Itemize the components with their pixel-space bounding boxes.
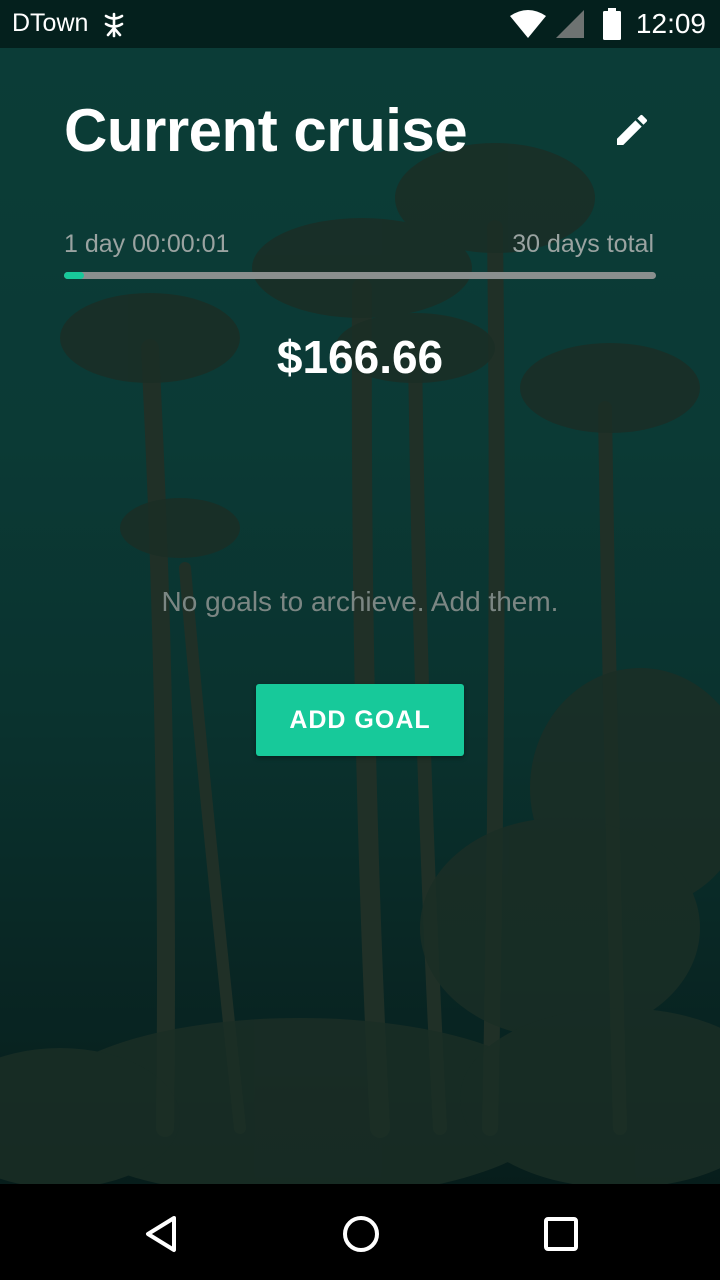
pencil-icon[interactable] bbox=[612, 110, 652, 150]
empty-goals-message: No goals to archieve. Add them. bbox=[161, 586, 559, 617]
clock: 12:09 bbox=[635, 8, 706, 39]
cell-signal-icon bbox=[556, 10, 584, 38]
app-screen: DTown 12:09 Current cruise 1 day 00:00:0… bbox=[0, 0, 720, 1280]
back-triangle-icon[interactable] bbox=[140, 1212, 184, 1256]
recents-square-icon[interactable] bbox=[539, 1212, 583, 1256]
main-content: Current cruise 1 day 00:00:01 30 days to… bbox=[0, 48, 720, 1184]
wifi-icon bbox=[510, 10, 546, 38]
add-goal-button[interactable]: ADD GOAL bbox=[256, 684, 464, 756]
total-duration: 30 days total bbox=[512, 230, 654, 258]
page-title: Current cruise bbox=[64, 97, 468, 164]
progress-fill bbox=[64, 272, 84, 279]
status-bar: DTown 12:09 bbox=[0, 0, 720, 48]
home-circle-icon[interactable] bbox=[339, 1212, 383, 1256]
carrier-name: DTown bbox=[12, 9, 89, 37]
battery-icon bbox=[603, 8, 621, 40]
cruise-progress-bar bbox=[64, 272, 656, 279]
elapsed-time: 1 day 00:00:01 bbox=[64, 230, 230, 258]
amount-value: $166.66 bbox=[276, 331, 444, 383]
navigation-bar bbox=[0, 1184, 720, 1280]
signal-tower-icon bbox=[104, 12, 124, 38]
